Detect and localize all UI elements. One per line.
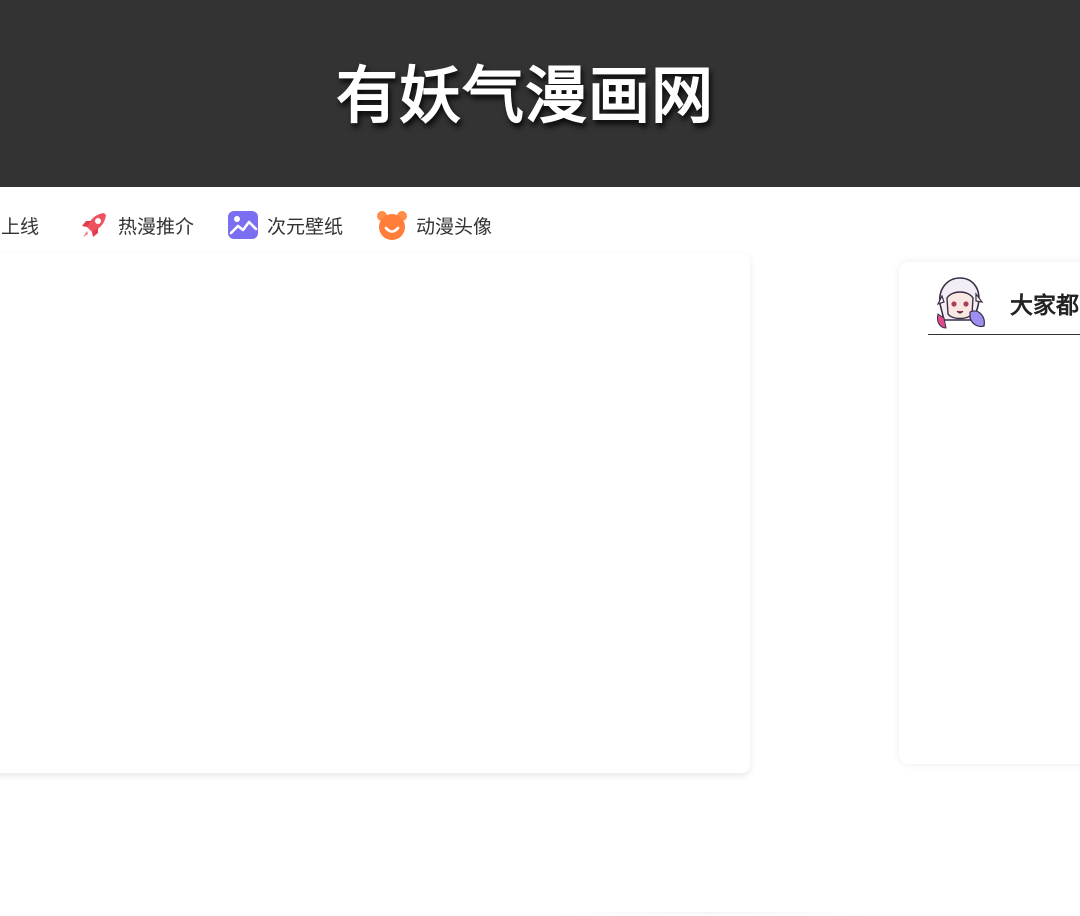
nav-item-label: 动漫头像 [416, 215, 493, 238]
sidebar-title: 大家都 [1010, 293, 1079, 319]
nav-item-label: 次元壁纸 [267, 215, 344, 238]
sidebar-panel: 大家都 [899, 262, 1080, 764]
nav-item-wallpaper[interactable]: 次元壁纸 [227, 209, 343, 241]
bear-face-icon [376, 209, 408, 241]
nav-item-label: 漫上线 [0, 215, 40, 238]
nav-item-hot-recommend[interactable]: 热漫推介 [78, 209, 194, 241]
picture-icon [227, 209, 259, 241]
category-nav: 漫上线 热漫推介 次元壁纸 [0, 187, 1080, 259]
nav-item-label: 热漫推介 [118, 215, 195, 238]
main-content-panel [0, 253, 750, 773]
nav-item-new-online[interactable]: 漫上线 [0, 209, 39, 241]
anime-avatar-icon [930, 274, 990, 330]
rocket-icon [78, 209, 110, 241]
nav-item-avatar[interactable]: 动漫头像 [376, 209, 492, 241]
sidebar-header: 大家都 [928, 272, 1080, 335]
site-title[interactable]: 有妖气漫画网 [0, 58, 1050, 134]
site-header: 有妖气漫画网 [0, 0, 1080, 187]
divider [530, 912, 890, 914]
